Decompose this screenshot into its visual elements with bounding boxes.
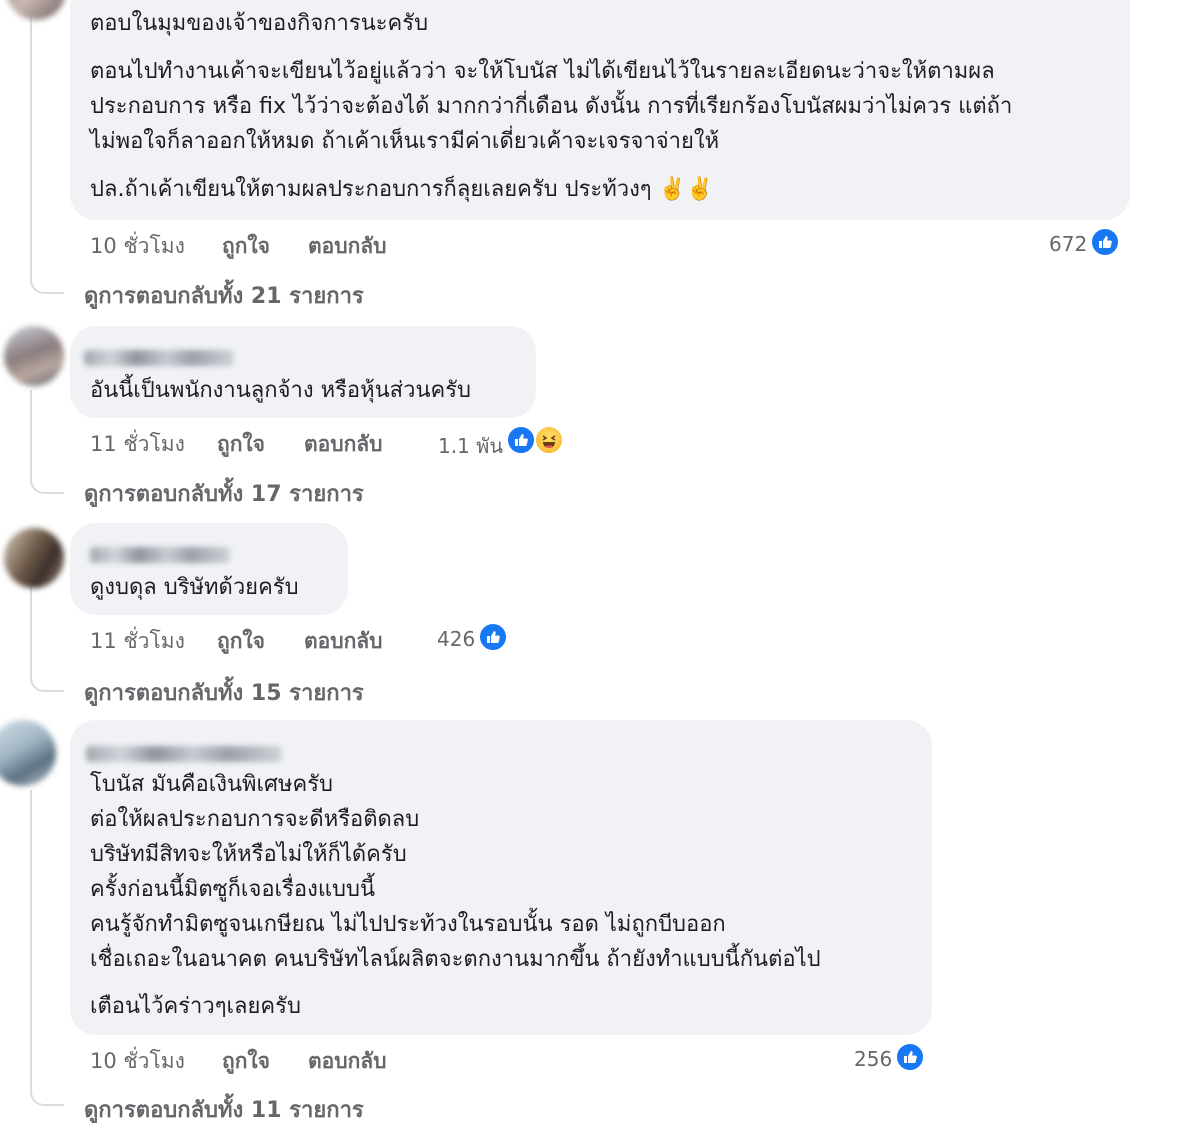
thread-curve bbox=[30, 668, 64, 692]
reaction-count[interactable]: 256 bbox=[854, 1047, 892, 1071]
comment-text: ตอบในมุมของเจ้าของกิจการนะครับ bbox=[90, 11, 429, 36]
comment-bubble: โบนัส มันคือเงินพิเศษครับ ต่อให้ผลประกอบ… bbox=[70, 720, 932, 1035]
comment-text: เชื่อเถอะในอนาคต คนบริษัทไลน์ผลิตจะตกงาน… bbox=[90, 947, 821, 972]
avatar[interactable] bbox=[4, 326, 64, 386]
comment-text: ดูงบดุล บริษัทด้วยครับ bbox=[90, 575, 299, 600]
reaction-count[interactable]: 426 bbox=[437, 627, 475, 651]
comment-bubble: ดูงบดุล บริษัทด้วยครับ bbox=[70, 523, 348, 615]
reaction-count[interactable]: 672 bbox=[1049, 232, 1087, 256]
comment-text: ตอนไปทำงานเค้าจะเขียนไว้อยู่แล้วว่า จะให… bbox=[90, 59, 995, 84]
comment-time[interactable]: 10 ชั่วโมง bbox=[90, 230, 185, 263]
comment-text: ต่อให้ผลประกอบการจะดีหรือติดลบ bbox=[90, 807, 420, 832]
comment-text: ประกอบการ หรือ fix ไว้ว่าจะต้องได้ มากกว… bbox=[90, 94, 1013, 119]
author-name[interactable] bbox=[90, 547, 230, 563]
avatar[interactable] bbox=[4, 528, 64, 588]
haha-icon bbox=[534, 425, 564, 455]
reply-link[interactable]: ตอบกลับ bbox=[304, 625, 383, 658]
thread-curve bbox=[30, 270, 64, 294]
view-replies-link[interactable]: ดูการตอบกลับทั้ง 21 รายการ bbox=[84, 278, 364, 313]
view-replies-link[interactable]: ดูการตอบกลับทั้ง 11 รายการ bbox=[84, 1092, 364, 1127]
avatar[interactable] bbox=[6, 0, 66, 20]
comment-bubble: อันนี้เป็นพนักงานลูกจ้าง หรือหุ้นส่วนครั… bbox=[70, 326, 536, 418]
comment-time[interactable]: 10 ชั่วโมง bbox=[90, 1045, 185, 1078]
view-replies-link[interactable]: ดูการตอบกลับทั้ง 17 รายการ bbox=[84, 476, 364, 511]
comment-text: ปล.ถ้าเค้าเขียนให้ตามผลประกอบการก็ลุยเลย… bbox=[90, 173, 713, 207]
reply-link[interactable]: ตอบกลับ bbox=[308, 1045, 387, 1078]
comment-text: โบนัส มันคือเงินพิเศษครับ bbox=[90, 772, 333, 797]
like-link[interactable]: ถูกใจ bbox=[217, 625, 265, 658]
avatar[interactable] bbox=[0, 720, 56, 786]
comment-text: ไม่พอใจก็ลาออกให้หมด ถ้าเค้าเห็นเรามีค่า… bbox=[90, 129, 720, 154]
comment-text: อันนี้เป็นพนักงานลูกจ้าง หรือหุ้นส่วนครั… bbox=[90, 378, 471, 403]
comment-text-part: ปล.ถ้าเค้าเขียนให้ตามผลประกอบการก็ลุยเลย… bbox=[90, 177, 652, 202]
thread-line bbox=[30, 0, 32, 270]
author-name[interactable] bbox=[86, 746, 282, 762]
victory-hand-emoji: ✌️✌️ bbox=[658, 177, 714, 202]
like-link[interactable]: ถูกใจ bbox=[217, 428, 265, 461]
author-name[interactable] bbox=[84, 350, 234, 366]
thread-line bbox=[30, 790, 32, 1085]
thread-curve bbox=[30, 470, 64, 494]
comment-text: ครั้งก่อนนี้มิตซูก็เจอเรื่องแบบนี้ bbox=[90, 877, 375, 902]
like-icon bbox=[1090, 227, 1120, 257]
thread-line bbox=[30, 585, 32, 670]
reaction-count[interactable]: 1.1 พัน bbox=[438, 430, 503, 462]
reply-link[interactable]: ตอบกลับ bbox=[308, 230, 387, 263]
comment-text: บริษัทมีสิทจะให้หรือไม่ให้ก็ได้ครับ bbox=[90, 842, 407, 867]
comment-bubble: ตอบในมุมของเจ้าของกิจการนะครับ ตอนไปทำงา… bbox=[70, 0, 1130, 220]
like-icon bbox=[478, 622, 508, 652]
comment-text: เตือนไว้คร่าวๆเลยครับ bbox=[90, 994, 301, 1019]
comment-time[interactable]: 11 ชั่วโมง bbox=[90, 428, 185, 461]
comment-text: คนรู้จักทำมิตซูจนเกษียณ ไม่ไปประท้วงในรอ… bbox=[90, 912, 726, 937]
like-link[interactable]: ถูกใจ bbox=[222, 1045, 270, 1078]
thread-line bbox=[30, 390, 32, 470]
like-icon bbox=[506, 425, 536, 455]
comment-time[interactable]: 11 ชั่วโมง bbox=[90, 625, 185, 658]
view-replies-link[interactable]: ดูการตอบกลับทั้ง 15 รายการ bbox=[84, 675, 364, 710]
like-link[interactable]: ถูกใจ bbox=[222, 230, 270, 263]
reply-link[interactable]: ตอบกลับ bbox=[304, 428, 383, 461]
thread-curve bbox=[30, 1082, 64, 1106]
like-icon bbox=[895, 1042, 925, 1072]
